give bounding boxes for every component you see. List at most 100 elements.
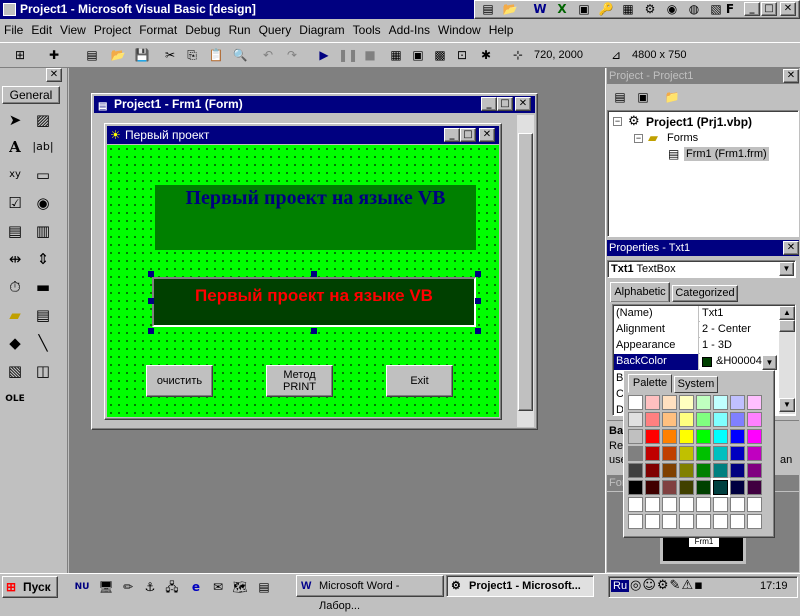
palette-swatch[interactable]: [713, 514, 728, 529]
timer-tool-icon[interactable]: ⏱: [3, 275, 27, 299]
selection-handle-tm[interactable]: [311, 271, 317, 277]
properties-close-button[interactable]: ✕: [783, 241, 799, 255]
project-explorer-icon[interactable]: ▦: [386, 46, 406, 64]
properties-title-bar[interactable]: Properties - Txt1: [607, 240, 799, 256]
quicklaunch-icon-2[interactable]: 🖥: [96, 578, 116, 596]
cut-icon[interactable]: ✂: [160, 46, 180, 64]
office-icon-10[interactable]: ◍: [684, 0, 704, 18]
menu-window[interactable]: Window: [438, 23, 481, 37]
palette-swatch[interactable]: [713, 412, 728, 427]
project-root-node[interactable]: Project1 (Prj1.vbp): [646, 115, 752, 129]
office-icon-5[interactable]: ▣: [574, 0, 594, 18]
palette-swatch[interactable]: [747, 412, 762, 427]
palette-tab-palette[interactable]: Palette: [628, 374, 672, 393]
menu-tools[interactable]: Tools: [353, 23, 381, 37]
vscroll-tool-icon[interactable]: ⇕: [31, 247, 55, 271]
office-icon-12[interactable]: F: [720, 0, 740, 18]
object-selector[interactable]: Txt1 TextBox: [607, 260, 796, 278]
maximize-button[interactable]: □: [761, 2, 777, 16]
view-code-icon[interactable]: ▤: [610, 88, 630, 106]
palette-swatch[interactable]: [662, 446, 677, 461]
object-dropdown-icon[interactable]: ▼: [779, 262, 794, 276]
quicklaunch-icon-3[interactable]: ✏: [118, 578, 138, 596]
palette-swatch[interactable]: [747, 497, 762, 512]
property-row[interactable]: (Name) Txt1: [614, 306, 780, 322]
end-icon[interactable]: ■: [360, 46, 380, 64]
data-tool-icon[interactable]: ◫: [31, 359, 55, 383]
exit-button[interactable]: Exit: [386, 365, 453, 397]
property-row[interactable]: Alignment 2 - Center: [614, 322, 780, 338]
palette-swatch[interactable]: [747, 429, 762, 444]
palette-swatch[interactable]: [645, 446, 660, 461]
palette-swatch[interactable]: [713, 395, 728, 410]
form-label[interactable]: Первый проект на языке VB: [155, 185, 476, 250]
backcolor-dropdown-icon[interactable]: ▼: [762, 355, 777, 370]
quicklaunch-icon-4[interactable]: ⚓: [140, 578, 160, 596]
palette-swatch[interactable]: [645, 412, 660, 427]
start-icon[interactable]: ▶: [314, 46, 334, 64]
menu-diagram[interactable]: Diagram: [299, 23, 344, 37]
view-object-icon[interactable]: ▣: [633, 88, 653, 106]
office-icon-1[interactable]: ▤: [478, 0, 498, 18]
image-tool-icon[interactable]: ▧: [3, 359, 27, 383]
palette-swatch[interactable]: [679, 395, 694, 410]
palette-swatch[interactable]: [662, 514, 677, 529]
textbox-tool-icon[interactable]: |ab|: [31, 135, 55, 159]
vb-form-close-button[interactable]: ✕: [479, 128, 495, 142]
palette-swatch[interactable]: [730, 429, 745, 444]
palette-swatch[interactable]: [662, 497, 677, 512]
redo-icon[interactable]: ↷: [282, 46, 302, 64]
combobox-tool-icon[interactable]: ▤: [3, 219, 27, 243]
palette-swatch[interactable]: [713, 429, 728, 444]
vb-form-maximize-button[interactable]: □: [460, 128, 476, 142]
undo-icon[interactable]: ↶: [258, 46, 278, 64]
break-icon[interactable]: ❚❚: [338, 46, 358, 64]
property-value[interactable]: Txt1: [700, 306, 780, 322]
word-icon[interactable]: W: [530, 0, 550, 18]
designer-close-button[interactable]: ✕: [515, 97, 531, 111]
palette-swatch[interactable]: [679, 463, 694, 478]
palette-swatch[interactable]: [645, 514, 660, 529]
quicklaunch-nu-icon[interactable]: NU: [72, 578, 92, 596]
designer-minimize-button[interactable]: _: [481, 97, 497, 111]
object-browser-icon[interactable]: ⊡: [452, 46, 472, 64]
menu-edit[interactable]: Edit: [31, 23, 52, 37]
palette-swatch[interactable]: [645, 480, 660, 495]
office-icon-7[interactable]: ▦: [618, 0, 638, 18]
palette-swatch[interactable]: [747, 514, 762, 529]
palette-swatch[interactable]: [662, 395, 677, 410]
toggle-folders-icon[interactable]: 📁: [662, 88, 682, 106]
project-explorer-close-button[interactable]: ✕: [783, 69, 799, 83]
start-button[interactable]: ⊞ Пуск: [2, 576, 58, 598]
drive-tool-icon[interactable]: ▬: [31, 275, 55, 299]
palette-swatch[interactable]: [696, 514, 711, 529]
palette-swatch[interactable]: [679, 446, 694, 461]
palette-swatch[interactable]: [628, 463, 643, 478]
excel-icon[interactable]: X: [552, 0, 572, 18]
form-textbox[interactable]: Первый проект на языке VB: [152, 277, 476, 327]
palette-swatch[interactable]: [662, 429, 677, 444]
print-method-button[interactable]: Метод PRINT: [266, 365, 333, 397]
selection-handle-tr[interactable]: [475, 271, 481, 277]
palette-swatch-selected[interactable]: [711, 478, 730, 497]
palette-swatch[interactable]: [628, 429, 643, 444]
property-row[interactable]: Appearance 1 - 3D: [614, 338, 780, 354]
checkbox-tool-icon[interactable]: ☑: [3, 191, 27, 215]
palette-swatch[interactable]: [662, 463, 677, 478]
hscroll-tool-icon[interactable]: ⇹: [3, 247, 27, 271]
property-value[interactable]: 2 - Center: [700, 322, 780, 338]
frame-tool-icon[interactable]: xy: [3, 163, 27, 187]
palette-swatch[interactable]: [662, 412, 677, 427]
scroll-thumb[interactable]: [779, 320, 795, 332]
menu-format[interactable]: Format: [139, 23, 177, 37]
pointer-tool-icon[interactable]: ➤: [3, 108, 27, 132]
selection-handle-bl[interactable]: [148, 328, 154, 334]
palette-swatch[interactable]: [696, 463, 711, 478]
language-indicator[interactable]: Ru: [611, 580, 630, 592]
minimize-button[interactable]: _: [744, 2, 760, 16]
ole-tool-icon[interactable]: OLE: [3, 387, 27, 411]
designer-scroll-thumb[interactable]: [518, 133, 533, 411]
palette-tab-system[interactable]: System: [674, 376, 718, 393]
palette-swatch[interactable]: [696, 497, 711, 512]
palette-swatch[interactable]: [645, 429, 660, 444]
